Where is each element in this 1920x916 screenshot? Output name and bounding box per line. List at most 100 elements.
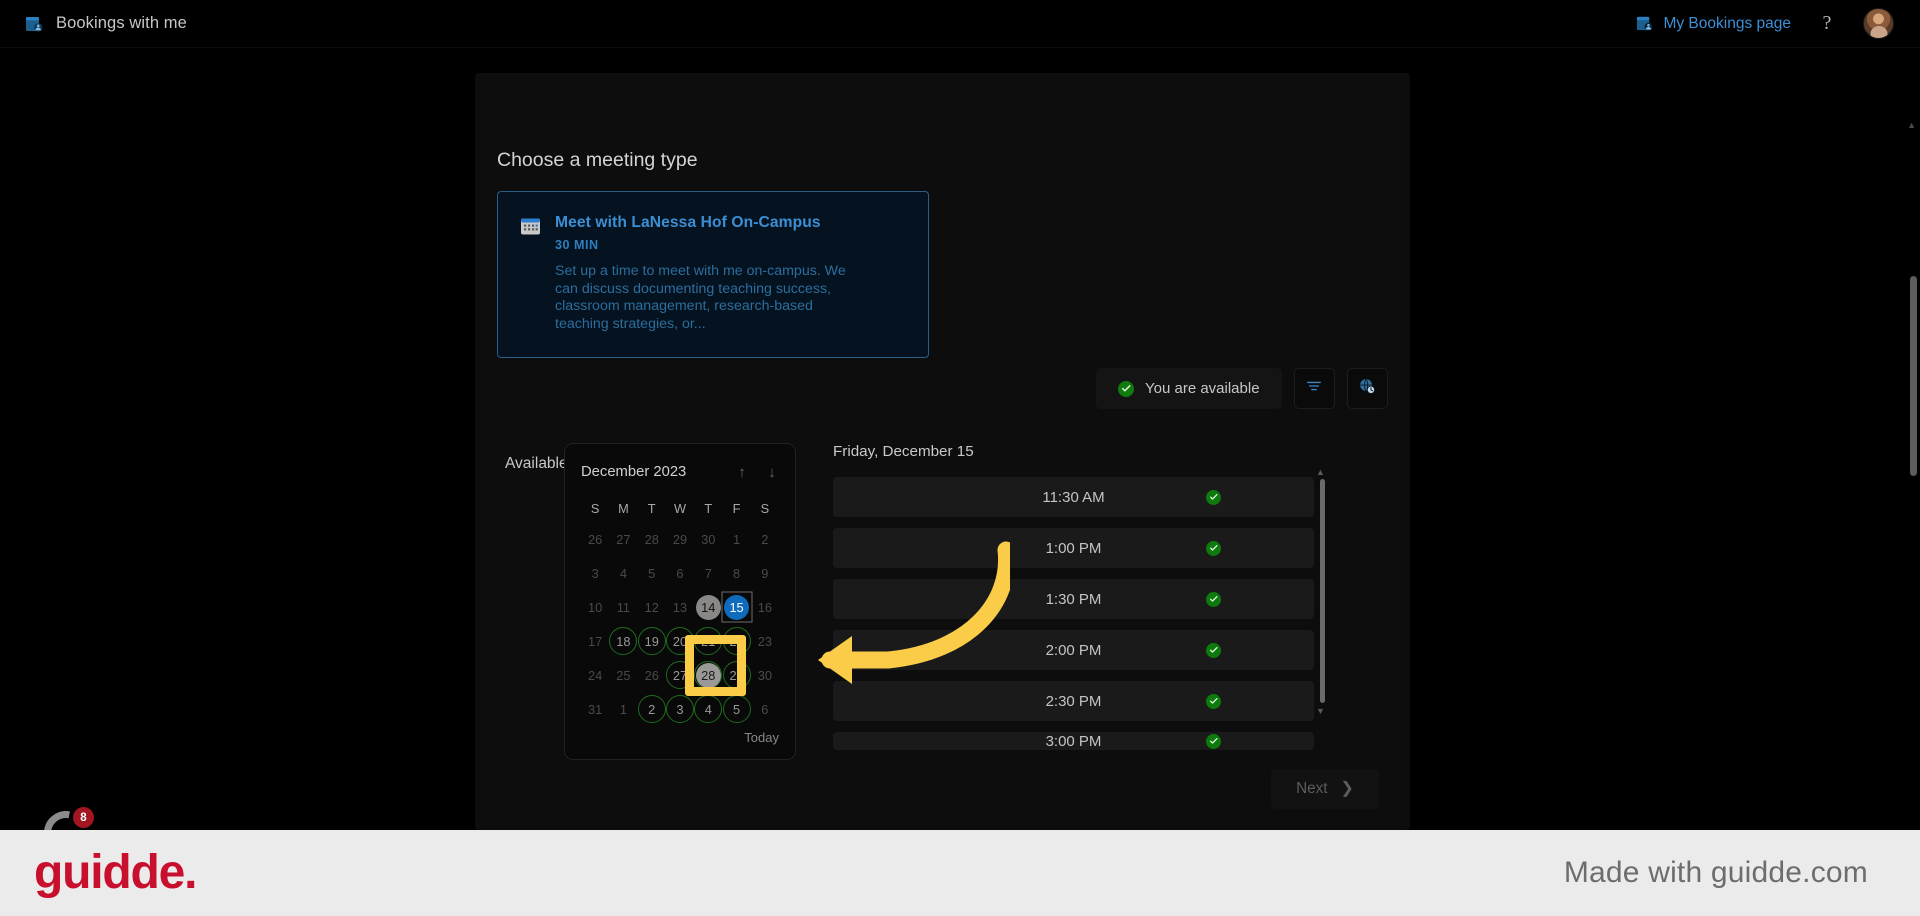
avatar[interactable] [1863, 8, 1894, 39]
calendar-day-10[interactable]: 10 [581, 592, 609, 622]
calendar-day-header: F [732, 501, 741, 516]
calendar-day-header: T [647, 501, 656, 516]
calendar-day-number: 18 [616, 633, 631, 649]
made-with-guidde-label: Made with guidde.com [1563, 856, 1868, 889]
calendar-day-29[interactable]: 29 [666, 524, 694, 554]
page-scrollbar[interactable]: ▲ [1907, 48, 1917, 830]
time-slot-label: 2:00 PM [1045, 641, 1102, 659]
calendar-day-3[interactable]: 3 [666, 694, 694, 724]
calendar-day-number: 9 [761, 565, 769, 581]
next-button[interactable]: Next ❯ [1271, 769, 1379, 809]
top-bar-left: Bookings with me [0, 14, 187, 34]
calendar-day-7[interactable]: 7 [694, 558, 722, 588]
calendar-day-23[interactable]: 23 [751, 626, 779, 656]
calendar-day-30[interactable]: 30 [751, 660, 779, 690]
calendar-day-13[interactable]: 13 [666, 592, 694, 622]
calendar-day-26[interactable]: 26 [638, 660, 666, 690]
calendar-day-4[interactable]: 4 [694, 694, 722, 724]
calendar-day-28[interactable]: 28 [638, 524, 666, 554]
filter-button[interactable] [1293, 368, 1335, 409]
calendar-day-number: 26 [644, 667, 659, 683]
calendar-day-22[interactable]: 22 [722, 626, 750, 656]
calendar-day-number: 4 [619, 565, 627, 581]
calendar-day-number: 5 [648, 565, 656, 581]
calendar-day-number: 26 [588, 531, 603, 547]
date-picker-calendar[interactable]: December 2023 ↑ ↓ S M T W T F S 26 27 28 29 30 1 2 3 4 5… [564, 443, 796, 760]
calendar-day-number: 2 [648, 701, 656, 717]
help-icon[interactable]: ? [1813, 10, 1841, 38]
time-slot[interactable]: 3:00 PM [833, 732, 1314, 750]
calendar-day-14[interactable]: 14 [694, 592, 722, 622]
calendar-day-26[interactable]: 26 [581, 524, 609, 554]
calendar-day-1[interactable]: 1 [722, 524, 750, 554]
time-slot[interactable]: 1:30 PM [833, 579, 1314, 619]
meeting-type-body: Meet with LaNessa Hof On-Campus 30 MIN S… [555, 214, 908, 357]
calendar-day-1[interactable]: 1 [609, 694, 637, 724]
scroll-up-arrow-icon[interactable]: ▲ [1907, 120, 1916, 130]
arrow-up-icon[interactable]: ↑ [735, 465, 749, 480]
calendar-day-2[interactable]: 2 [751, 524, 779, 554]
calendar-icon [520, 216, 541, 237]
calendar-day-number: 10 [588, 599, 603, 615]
calendar-day-27[interactable]: 27 [609, 524, 637, 554]
my-bookings-page-link[interactable]: My Bookings page [1635, 14, 1791, 33]
calendar-day-3[interactable]: 3 [581, 558, 609, 588]
calendar-day-8[interactable]: 8 [722, 558, 750, 588]
calendar-day-5[interactable]: 5 [722, 694, 750, 724]
app-title: Bookings with me [56, 14, 187, 32]
time-slot[interactable]: 1:00 PM [833, 528, 1314, 568]
time-slot[interactable]: 2:30 PM [833, 681, 1314, 721]
calendar-day-31[interactable]: 31 [581, 694, 609, 724]
calendar-day-20[interactable]: 20 [666, 626, 694, 656]
time-slot[interactable]: 11:30 AM [833, 477, 1314, 517]
meeting-type-title: Meet with LaNessa Hof On-Campus [555, 214, 821, 231]
guidde-badge: 8 [35, 802, 97, 830]
top-bar-right: My Bookings page ? [1635, 8, 1920, 39]
calendar-day-12[interactable]: 12 [638, 592, 666, 622]
slots-scrollbar-thumb[interactable] [1320, 479, 1325, 703]
calendar-day-number: 28 [695, 662, 721, 688]
calendar-day-6[interactable]: 6 [666, 558, 694, 588]
calendar-day-11[interactable]: 11 [609, 592, 637, 622]
calendar-day-28[interactable]: 28 [694, 660, 722, 690]
timezone-button[interactable] [1346, 368, 1388, 409]
calendar-day-number: 6 [676, 565, 684, 581]
time-slot[interactable]: 2:00 PM [833, 630, 1314, 670]
calendar-day-18[interactable]: 18 [609, 626, 637, 656]
calendar-today-link[interactable]: Today [744, 730, 779, 745]
calendar-day-6[interactable]: 6 [751, 694, 779, 724]
guidde-footer: guidde. Made with guidde.com [0, 830, 1920, 916]
slots-scroll-down-icon[interactable]: ▼ [1316, 707, 1325, 716]
arrow-down-icon[interactable]: ↓ [765, 465, 779, 480]
calendar-day-29[interactable]: 29 [722, 660, 750, 690]
meeting-type-card[interactable]: Meet with LaNessa Hof On-Campus 30 MIN S… [497, 191, 929, 358]
calendar-day-4[interactable]: 4 [609, 558, 637, 588]
calendar-day-5[interactable]: 5 [638, 558, 666, 588]
availability-status-badge[interactable]: You are available [1096, 368, 1282, 409]
slots-scroll-up-icon[interactable]: ▲ [1316, 468, 1325, 477]
calendar-day-19[interactable]: 19 [638, 626, 666, 656]
calendar-grid: S M T W T F S 26 27 28 29 30 1 2 3 4 5 6 7 8 9 10 11 12 13 14 15 16… [581, 498, 779, 724]
calendar-day-header: T [704, 501, 713, 516]
calendar-day-16[interactable]: 16 [751, 592, 779, 622]
calendar-day-27[interactable]: 27 [666, 660, 694, 690]
calendar-day-number: 25 [616, 667, 631, 683]
time-slot-label: 2:30 PM [1045, 692, 1102, 710]
calendar-day-number: 29 [729, 667, 744, 683]
calendar-day-21[interactable]: 21 [694, 626, 722, 656]
calendar-day-header: S [590, 501, 600, 516]
top-bar: Bookings with me My Bookings page ? [0, 0, 1920, 48]
calendar-day-number: 11 [616, 599, 631, 615]
calendar-day-15[interactable]: 15 [722, 592, 750, 622]
calendar-day-17[interactable]: 17 [581, 626, 609, 656]
calendar-day-number: 23 [757, 633, 772, 649]
calendar-day-25[interactable]: 25 [609, 660, 637, 690]
calendar-day-number: 31 [588, 701, 603, 717]
page-scrollbar-thumb[interactable] [1910, 276, 1917, 476]
calendar-day-30[interactable]: 30 [694, 524, 722, 554]
calendar-day-number: 3 [676, 701, 684, 717]
calendar-day-9[interactable]: 9 [751, 558, 779, 588]
calendar-day-2[interactable]: 2 [638, 694, 666, 724]
time-slot-available-icon [1206, 540, 1221, 556]
calendar-day-24[interactable]: 24 [581, 660, 609, 690]
